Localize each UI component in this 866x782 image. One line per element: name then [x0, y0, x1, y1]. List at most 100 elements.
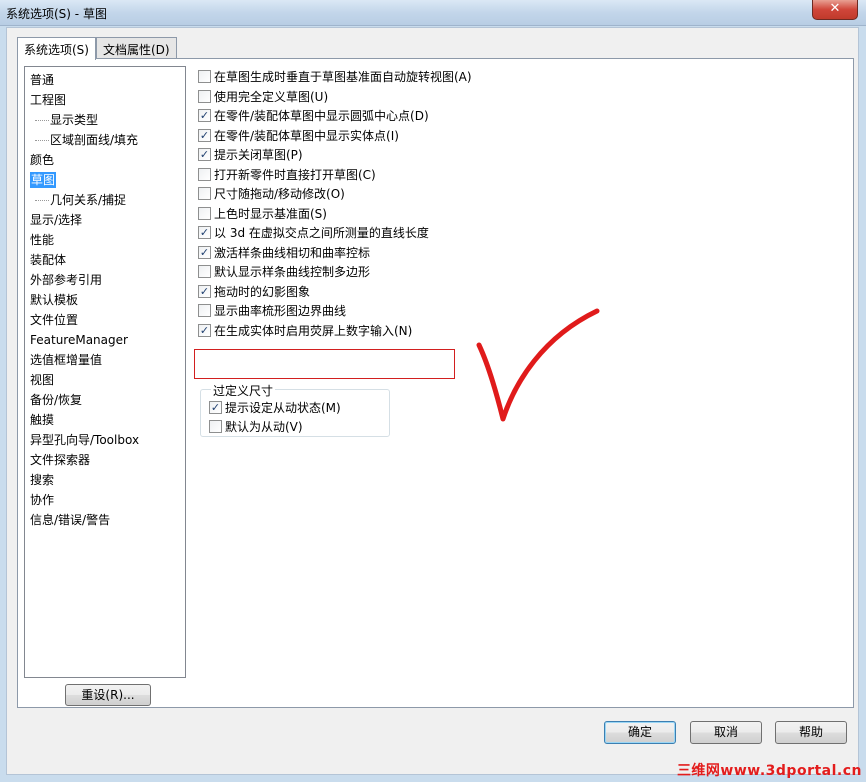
tree-item-file-locations[interactable]: 文件位置	[25, 310, 185, 330]
option-label: 提示设定从动状态(M)	[225, 401, 341, 415]
option-spline-handles[interactable]: ✓ 激活样条曲线相切和曲率控标	[198, 244, 838, 264]
option-display-plane-shaded[interactable]: 上色时显示基准面(S)	[198, 205, 838, 225]
option-prompt-driven-state[interactable]: ✓ 提示设定从动状态(M)	[209, 399, 341, 419]
option-prompt-close-sketch[interactable]: ✓ 提示关闭草图(P)	[198, 146, 838, 166]
checkbox[interactable]: ✓	[198, 109, 211, 122]
tree-item-backup-recover[interactable]: 备份/恢复	[25, 390, 185, 410]
tree-item-drawings[interactable]: 工程图	[25, 90, 185, 110]
help-button[interactable]: 帮助	[775, 721, 847, 744]
option-open-sketch-on-new-part[interactable]: 打开新零件时直接打开草图(C)	[198, 166, 838, 186]
option-label: 显示曲率梳形图边界曲线	[214, 304, 347, 318]
option-arc-centerpoints[interactable]: ✓ 在零件/装配体草图中显示圆弧中心点(D)	[198, 107, 838, 127]
checkbox[interactable]: ✓	[198, 284, 211, 298]
option-spline-polygon[interactable]: 默认显示样条曲线控制多边形	[198, 263, 838, 283]
dialog-body: 系统选项(S) 文档属性(D) 普通 工程图 显示类型 区域剖面线/填充 颜色 …	[6, 27, 859, 775]
tree-item-label: 文件位置	[30, 313, 79, 327]
checkbox[interactable]	[198, 265, 211, 278]
option-label: 拖动时的幻影图象	[214, 284, 311, 299]
tree-item-display-selection[interactable]: 显示/选择	[25, 210, 185, 230]
tree-item-label: 搜索	[30, 473, 55, 487]
tab-panel: 普通 工程图 显示类型 区域剖面线/填充 颜色 草图 几何关系/捕捉 显示/选择…	[17, 58, 854, 708]
tree-item-label: 显示/选择	[30, 213, 83, 227]
tree-item-hole-wizard-toolbox[interactable]: 异型孔向导/Toolbox	[25, 430, 185, 450]
tree-item-label: 装配体	[30, 253, 67, 267]
tree-item-label: 显示类型	[50, 113, 99, 127]
option-label: 在零件/装配体草图中显示圆弧中心点(D)	[214, 109, 429, 123]
option-ghost-image-drag[interactable]: ✓ 拖动时的幻影图象	[198, 283, 838, 303]
tree-item-assemblies[interactable]: 装配体	[25, 250, 185, 270]
checkbox[interactable]	[198, 206, 211, 220]
tree-item-collaboration[interactable]: 协作	[25, 490, 185, 510]
tab-system-options[interactable]: 系统选项(S)	[17, 37, 96, 60]
option-override-dims-on-drag[interactable]: 尺寸随拖动/移动修改(O)	[198, 185, 838, 205]
option-entity-points[interactable]: ✓ 在零件/装配体草图中显示实体点(I)	[198, 127, 838, 147]
checkbox[interactable]: ✓	[198, 128, 211, 142]
checkbox[interactable]: ✓	[198, 226, 211, 239]
tree-item-colors[interactable]: 颜色	[25, 150, 185, 170]
option-auto-rotate-view[interactable]: 在草图生成时垂直于草图基准面自动旋转视图(A)	[198, 68, 838, 88]
checkbox[interactable]	[198, 187, 211, 200]
option-3d-line-length[interactable]: ✓ 以 3d 在虚拟交点之间所测量的直线长度	[198, 224, 838, 244]
tree-item-search[interactable]: 搜索	[25, 470, 185, 490]
checkbox[interactable]: ✓	[209, 401, 222, 414]
tree-item-label: 默认模板	[30, 293, 79, 307]
sketch-options-list: 在草图生成时垂直于草图基准面自动旋转视图(A) 使用完全定义草图(U) ✓ 在零件…	[198, 68, 838, 341]
ok-button[interactable]: 确定	[604, 721, 676, 744]
option-label: 打开新零件时直接打开草图(C)	[214, 167, 376, 182]
tree-item-label: 颜色	[30, 153, 55, 167]
option-label: 使用完全定义草图(U)	[214, 89, 329, 104]
option-label: 尺寸随拖动/移动修改(O)	[214, 187, 345, 201]
tree-item-display-style[interactable]: 显示类型	[25, 110, 185, 130]
category-tree[interactable]: 普通 工程图 显示类型 区域剖面线/填充 颜色 草图 几何关系/捕捉 显示/选择…	[24, 66, 186, 678]
tree-item-featuremanager[interactable]: FeatureManager	[25, 330, 185, 350]
overdefined-dimensions-group: 过定义尺寸 ✓ 提示设定从动状态(M) 默认为从动(V)	[200, 382, 390, 438]
tree-item-general[interactable]: 普通	[25, 70, 185, 90]
reset-button[interactable]: 重设(R)...	[65, 684, 151, 706]
option-label: 上色时显示基准面(S)	[214, 206, 327, 221]
tab-document-properties[interactable]: 文档属性(D)	[96, 37, 177, 59]
tree-item-spin-box-increments[interactable]: 选值框增量值	[25, 350, 185, 370]
tree-item-file-explorer[interactable]: 文件探索器	[25, 450, 185, 470]
checkbox[interactable]: ✓	[198, 245, 211, 259]
option-default-driven[interactable]: 默认为从动(V)	[209, 418, 303, 438]
red-highlight-box	[194, 349, 455, 379]
tree-item-label: 信息/错误/警告	[30, 513, 111, 527]
tree-item-area-hatch[interactable]: 区域剖面线/填充	[25, 130, 185, 150]
cancel-button[interactable]: 取消	[690, 721, 762, 744]
checkbox[interactable]	[198, 167, 211, 181]
option-label: 以 3d 在虚拟交点之间所测量的直线长度	[214, 226, 429, 240]
tree-item-label: 备份/恢复	[30, 393, 83, 407]
tree-item-label: 几何关系/捕捉	[50, 193, 127, 207]
checkbox[interactable]: ✓	[198, 323, 211, 337]
checkbox[interactable]	[198, 304, 211, 317]
tree-item-label: 协作	[30, 493, 55, 507]
tree-item-label: 文件探索器	[30, 453, 91, 467]
tree-item-default-templates[interactable]: 默认模板	[25, 290, 185, 310]
tree-item-sketch[interactable]: 草图	[25, 170, 185, 190]
tree-item-external-references[interactable]: 外部参考引用	[25, 270, 185, 290]
checkbox[interactable]	[198, 70, 211, 83]
tree-item-messages-errors-warnings[interactable]: 信息/错误/警告	[25, 510, 185, 530]
watermark: 三维网www.3dportal.cn	[676, 763, 862, 779]
tree-item-label: 普通	[30, 73, 55, 87]
option-fully-defined-sketches[interactable]: 使用完全定义草图(U)	[198, 88, 838, 108]
checkbox[interactable]	[209, 420, 222, 433]
tree-item-label: 外部参考引用	[30, 273, 103, 287]
checkbox[interactable]	[198, 89, 211, 103]
tree-item-relations-snaps[interactable]: 几何关系/捕捉	[25, 190, 185, 210]
tree-item-label: FeatureManager	[30, 333, 128, 347]
option-label: 在生成实体时启用荧屏上数字输入(N)	[214, 323, 413, 338]
tree-item-touch[interactable]: 触摸	[25, 410, 185, 430]
window-title: 系统选项(S) - 草图	[6, 7, 107, 21]
close-button[interactable]: ✕	[812, 0, 858, 20]
checkbox[interactable]: ✓	[198, 148, 211, 161]
title-bar[interactable]: 系统选项(S) - 草图 ✕	[0, 0, 866, 26]
tree-item-performance[interactable]: 性能	[25, 230, 185, 250]
option-label: 在零件/装配体草图中显示实体点(I)	[214, 128, 399, 143]
tree-item-label: 触摸	[30, 413, 55, 427]
option-label: 默认显示样条曲线控制多边形	[214, 265, 371, 279]
dialog-window: 系统选项(S) - 草图 ✕ 系统选项(S) 文档属性(D) 普通 工程图 显示…	[0, 0, 866, 782]
tree-item-label: 性能	[30, 233, 55, 247]
option-label: 激活样条曲线相切和曲率控标	[214, 245, 371, 260]
tree-item-view[interactable]: 视图	[25, 370, 185, 390]
